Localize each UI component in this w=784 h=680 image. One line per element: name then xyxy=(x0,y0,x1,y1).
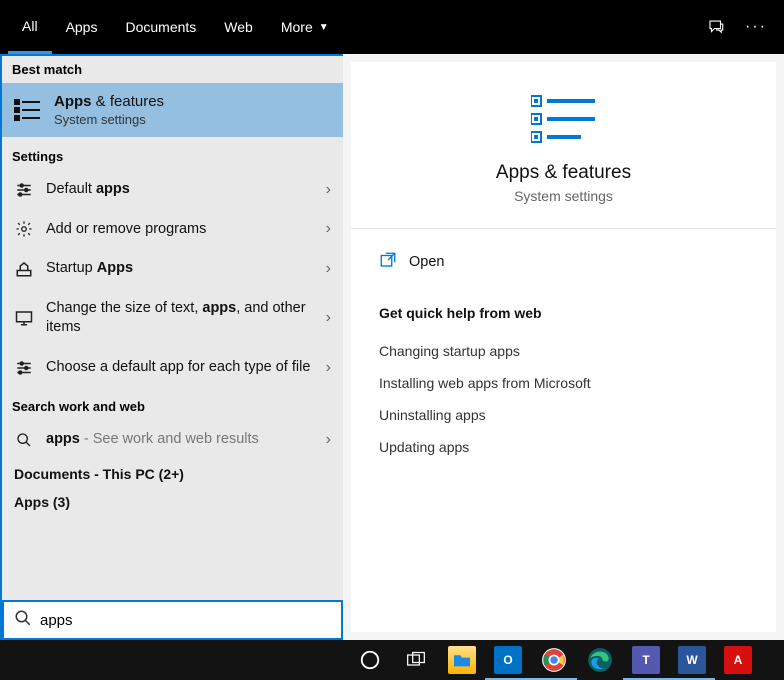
settings-result-label: Add or remove programs xyxy=(46,220,314,240)
settings-header: Settings xyxy=(2,143,343,170)
help-link-1[interactable]: Installing web apps from Microsoft xyxy=(379,367,748,399)
sliders-icon xyxy=(14,181,34,199)
tab-all[interactable]: All xyxy=(8,0,52,54)
chevron-down-icon: ▼ xyxy=(319,22,329,33)
open-action[interactable]: Open xyxy=(379,247,748,277)
tab-documents[interactable]: Documents xyxy=(111,0,210,54)
settings-result-0[interactable]: Default apps › xyxy=(2,170,343,210)
settings-result-3[interactable]: Change the size of text, apps, and other… xyxy=(2,289,343,348)
monitor-icon xyxy=(14,309,34,327)
apps-group-header[interactable]: Apps (3) xyxy=(2,488,343,516)
taskbar-task-view[interactable] xyxy=(393,640,439,680)
taskbar-file-explorer[interactable] xyxy=(439,640,485,680)
chevron-right-icon: › xyxy=(326,220,331,238)
more-options-icon[interactable]: ··· xyxy=(736,0,776,54)
open-label: Open xyxy=(409,254,444,270)
best-match-header: Best match xyxy=(2,56,343,83)
taskbar-chrome[interactable] xyxy=(531,640,577,680)
settings-result-2[interactable]: Startup Apps › xyxy=(2,249,343,289)
gear-icon xyxy=(14,220,34,238)
settings-result-label: Choose a default app for each type of fi… xyxy=(46,358,314,378)
taskbar-word[interactable]: W xyxy=(669,640,715,680)
taskbar-edge[interactable] xyxy=(577,640,623,680)
taskbar: O TWA xyxy=(0,640,784,680)
tab-more[interactable]: More ▼ xyxy=(267,0,343,54)
results-panel: Best match Apps & features System settin… xyxy=(0,54,343,640)
sliders-icon xyxy=(14,359,34,377)
tab-apps[interactable]: Apps xyxy=(52,0,112,54)
help-link-0[interactable]: Changing startup apps xyxy=(379,335,748,367)
best-match-result[interactable]: Apps & features System settings xyxy=(2,83,343,137)
taskbar-teams[interactable]: T xyxy=(623,640,669,680)
settings-result-1[interactable]: Add or remove programs › xyxy=(2,210,343,250)
preview-subtitle: System settings xyxy=(379,188,748,204)
best-match-title: Apps & features xyxy=(54,93,164,110)
chevron-right-icon: › xyxy=(326,181,331,199)
search-icon xyxy=(14,609,32,632)
taskbar-cortana[interactable] xyxy=(347,640,393,680)
chevron-right-icon: › xyxy=(326,260,331,278)
open-icon xyxy=(379,251,397,273)
divider xyxy=(351,228,776,229)
search-input[interactable] xyxy=(40,612,331,629)
top-tab-bar: All Apps Documents Web More ▼ ··· xyxy=(0,0,784,54)
preview-panel: Apps & features System settings Open Get… xyxy=(343,54,784,640)
chevron-right-icon: › xyxy=(326,309,331,327)
search-web-header: Search work and web xyxy=(2,393,343,420)
documents-group-header[interactable]: Documents - This PC (2+) xyxy=(2,460,343,488)
search-web-result[interactable]: apps - See work and web results › xyxy=(2,420,343,460)
startup-icon xyxy=(14,260,34,278)
help-link-3[interactable]: Updating apps xyxy=(379,431,748,463)
search-icon xyxy=(14,432,34,448)
chevron-right-icon: › xyxy=(326,359,331,377)
settings-result-label: Change the size of text, apps, and other… xyxy=(46,299,314,338)
apps-features-icon xyxy=(14,98,42,122)
tab-web[interactable]: Web xyxy=(210,0,267,54)
best-match-subtitle: System settings xyxy=(54,112,164,127)
search-bar[interactable] xyxy=(2,600,343,640)
help-link-2[interactable]: Uninstalling apps xyxy=(379,399,748,431)
taskbar-outlook[interactable]: O xyxy=(485,640,531,680)
settings-result-4[interactable]: Choose a default app for each type of fi… xyxy=(2,348,343,388)
feedback-icon[interactable] xyxy=(696,0,736,54)
chevron-right-icon: › xyxy=(326,431,331,449)
help-header: Get quick help from web xyxy=(379,305,748,321)
settings-result-label: Startup Apps xyxy=(46,259,314,279)
preview-icon xyxy=(379,92,748,148)
settings-result-label: Default apps xyxy=(46,180,314,200)
preview-title: Apps & features xyxy=(379,162,748,184)
taskbar-acrobat[interactable]: A xyxy=(715,640,761,680)
tab-more-label: More xyxy=(281,19,313,35)
search-web-label: apps - See work and web results xyxy=(46,430,314,450)
